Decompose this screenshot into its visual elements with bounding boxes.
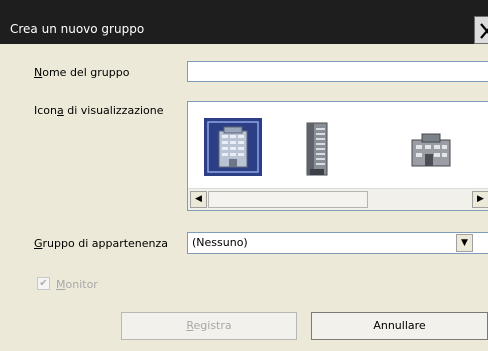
create-group-dialog: Crea un nuovo gruppo Nome del gruppo Ico… [0, 0, 488, 351]
icon-option-low-building[interactable] [408, 130, 454, 173]
parent-group-value: (Nessuno) [192, 236, 248, 249]
monitor-checkbox[interactable]: ✔ [37, 277, 50, 290]
cancel-button[interactable]: Annullare [311, 312, 488, 340]
group-name-label: Nome del gruppo [34, 66, 130, 79]
close-icon [480, 23, 488, 39]
parent-group-select[interactable]: (Nessuno) ▼ [187, 232, 488, 254]
register-button[interactable]: Registra [121, 312, 297, 340]
scroll-thumb[interactable] [208, 191, 368, 208]
scroll-left-button[interactable]: ◀ [190, 191, 207, 208]
monitor-label: Monitor [56, 278, 98, 291]
scroll-right-button[interactable]: ▶ [472, 191, 488, 208]
icon-option-office-building[interactable] [204, 118, 262, 176]
checkmark-icon: ✔ [39, 278, 48, 289]
dialog-title: Crea un nuovo gruppo [10, 22, 145, 36]
title-bar: Crea un nuovo gruppo [0, 0, 488, 44]
icon-picker: ◀ ▶ [187, 101, 488, 211]
parent-group-label: Gruppo di appartenenza [34, 237, 169, 250]
icon-picker-scrollbar[interactable]: ◀ ▶ [188, 188, 488, 210]
display-icon-label: Icona di visualizzazione [34, 104, 164, 117]
chevron-down-icon: ▼ [461, 238, 468, 248]
group-name-input[interactable] [187, 61, 488, 82]
icon-option-skyscraper[interactable] [296, 119, 336, 180]
skyscraper-icon [306, 122, 328, 176]
low-building-icon [411, 133, 451, 167]
office-building-icon [207, 121, 259, 173]
close-button[interactable] [474, 16, 488, 44]
dropdown-arrow-button[interactable]: ▼ [456, 234, 473, 252]
